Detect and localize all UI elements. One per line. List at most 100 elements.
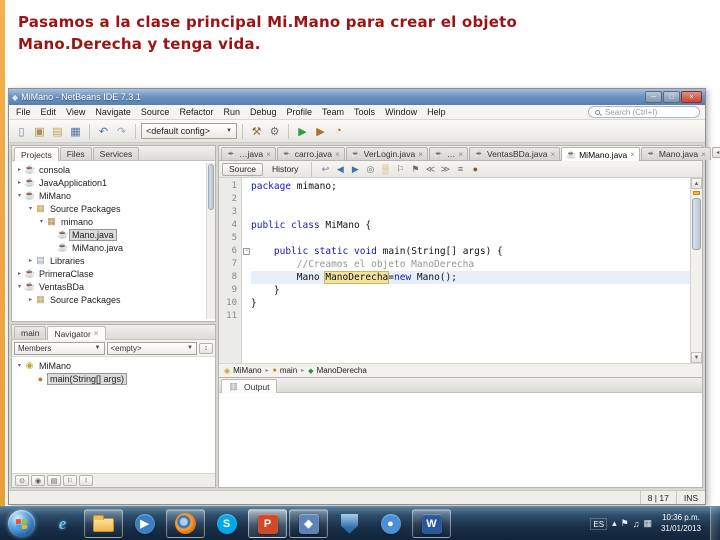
editor-tab-mano-java[interactable]: ☕ Mano.java × xyxy=(640,147,711,160)
menu-tools[interactable]: Tools xyxy=(349,107,380,117)
redo-icon[interactable]: ↷ xyxy=(113,123,130,140)
show-desktop-button[interactable] xyxy=(710,506,720,540)
menu-navigate[interactable]: Navigate xyxy=(90,107,136,117)
tab-services[interactable]: Services xyxy=(92,147,140,160)
code-line-1[interactable]: package mimano; xyxy=(251,180,690,193)
code-line-10[interactable]: } xyxy=(251,297,690,310)
taskbar-button-media-player[interactable]: ▶ xyxy=(125,509,164,538)
tree-item-libraries[interactable]: ▸ ▤ Libraries xyxy=(12,254,215,267)
expander-icon[interactable]: ▾ xyxy=(26,205,35,212)
run-project-icon[interactable]: ▶ xyxy=(294,123,311,140)
tree-item-mimano-java[interactable]: ☕ MiMano.java xyxy=(12,241,215,254)
close-tab-icon[interactable]: × xyxy=(701,150,706,159)
forward-icon[interactable]: ▶ xyxy=(348,162,362,176)
expander-icon[interactable]: ▸ xyxy=(15,179,24,186)
debug-project-icon[interactable]: ▶ xyxy=(312,123,329,140)
comment-icon[interactable]: ≡ xyxy=(453,162,467,176)
show-static-icon[interactable]: ▤ xyxy=(47,475,61,486)
taskbar-button-firefox[interactable] xyxy=(166,509,205,538)
scrollbar-thumb[interactable] xyxy=(208,164,214,210)
action-center-flag-icon[interactable]: ⚑ xyxy=(621,518,629,529)
sort-alpha-icon[interactable]: ↕ xyxy=(79,475,93,486)
editor-tab-verlogin-java[interactable]: ☕ VerLogin.java × xyxy=(345,147,428,160)
expander-icon[interactable]: ▸ xyxy=(15,166,24,173)
profile-project-icon[interactable]: ◔ xyxy=(330,123,347,140)
tree-item-mimano[interactable]: ▾ ▦ mimano xyxy=(12,215,215,228)
find-selection-icon[interactable]: ◎ xyxy=(363,162,377,176)
scroll-down-button[interactable]: ▼ xyxy=(691,352,702,363)
back-icon[interactable]: ◀ xyxy=(333,162,347,176)
taskbar-clock[interactable]: 10:36 p.m. 31/01/2013 xyxy=(657,513,705,534)
taskbar-button-explorer[interactable] xyxy=(84,509,123,538)
maximize-button[interactable]: □ xyxy=(663,91,680,103)
navigator-sort-button[interactable]: ↕ xyxy=(199,342,213,354)
hidden-icons-chevron-icon[interactable]: ▴ xyxy=(612,518,617,529)
code-line-9[interactable]: } xyxy=(251,284,690,297)
search-input[interactable]: Search (Ctrl+I) xyxy=(588,106,700,118)
new-project-icon[interactable]: ▣ xyxy=(31,123,48,140)
menu-help[interactable]: Help xyxy=(422,107,451,117)
menu-debug[interactable]: Debug xyxy=(245,107,282,117)
tab-projects[interactable]: Projects xyxy=(14,147,59,161)
title-bar[interactable]: ◆ MiMano - NetBeans IDE 7.3.1 ─ □ × xyxy=(9,89,705,105)
editor-tab-mimano-java[interactable]: ☕ MiMano.java × xyxy=(561,147,640,161)
network-icon[interactable]: ▦ xyxy=(643,518,652,529)
tree-item-javaapplication1[interactable]: ▸ ☕ JavaApplication1 xyxy=(12,176,215,189)
taskbar-button-messenger[interactable]: ● xyxy=(371,509,410,538)
output-tab[interactable]: ▥ Output xyxy=(221,379,277,393)
expander-icon[interactable]: ▸ xyxy=(26,257,35,264)
code-line-4[interactable]: public class MiMano { xyxy=(251,219,690,232)
tree-item-ventasbda[interactable]: ▾ ☕ VentasBDa xyxy=(12,280,215,293)
macro-icon[interactable]: ● xyxy=(468,162,482,176)
language-indicator[interactable]: ES xyxy=(590,517,608,530)
close-icon[interactable]: × xyxy=(94,329,99,338)
menu-team[interactable]: Team xyxy=(317,107,349,117)
minimize-button[interactable]: ─ xyxy=(645,91,662,103)
previous-error-icon[interactable]: ≪ xyxy=(423,162,437,176)
save-all-icon[interactable]: ▦ xyxy=(67,123,84,140)
menu-run[interactable]: Run xyxy=(218,107,245,117)
taskbar-button-netbeans[interactable]: ◆ xyxy=(289,509,328,538)
close-button[interactable]: × xyxy=(681,91,702,103)
tree-item-mimano[interactable]: ▾ ◉ MiMano xyxy=(12,359,215,372)
build-project-icon[interactable]: ⚒ xyxy=(248,123,265,140)
expander-icon[interactable]: ▸ xyxy=(15,270,24,277)
menu-view[interactable]: View xyxy=(61,107,90,117)
tree-item-main-string-args[interactable]: ● main(String[] args) xyxy=(12,372,215,385)
undo-icon[interactable]: ↶ xyxy=(95,123,112,140)
tree-item-source-packages[interactable]: ▸ ▦ Source Packages xyxy=(12,293,215,306)
tree-item-consola[interactable]: ▸ ☕ consola xyxy=(12,163,215,176)
expander-icon[interactable]: ▾ xyxy=(15,283,24,290)
navigator-filter-select[interactable]: <empty> ▼ xyxy=(106,341,197,355)
code-line-6[interactable]: public static void main(String[] args) { xyxy=(251,245,690,258)
tab-files[interactable]: Files xyxy=(59,147,92,160)
code-line-11[interactable] xyxy=(251,310,690,323)
tree-item-mano-java[interactable]: ☕ Mano.java xyxy=(12,228,215,241)
volume-icon[interactable]: ♫ xyxy=(633,519,640,529)
code-editor[interactable]: 1 2 3 4 5 6 7 8 9 10 11 − package mimano; public c… xyxy=(219,178,702,363)
history-view-button[interactable]: History xyxy=(265,163,305,176)
highlight-icon[interactable]: ▒ xyxy=(378,162,392,176)
next-error-icon[interactable]: ≫ xyxy=(438,162,452,176)
editor-tab-[interactable]: ☕… × xyxy=(428,147,468,160)
close-tab-icon[interactable]: × xyxy=(458,150,463,159)
projects-tree[interactable]: ▸ ☕ consola ▸ ☕ JavaApplication1 ▾ ☕ MiMano ▾ ▦ Sou… xyxy=(12,161,215,321)
start-button[interactable] xyxy=(8,510,35,537)
taskbar-button-shield[interactable] xyxy=(330,509,369,538)
expander-icon[interactable]: ▾ xyxy=(37,218,46,225)
last-edit-icon[interactable]: ↩ xyxy=(318,162,332,176)
menu-refactor[interactable]: Refactor xyxy=(174,107,218,117)
editor-tab-carro-java[interactable]: ☕ carro.java × xyxy=(276,147,345,160)
previous-bookmark-icon[interactable]: ⚐ xyxy=(393,162,407,176)
run-config-select[interactable]: <default config> ▼ xyxy=(141,123,237,139)
tab-scroll-left-button[interactable]: ◂ xyxy=(711,147,720,158)
scrollbar-lane[interactable] xyxy=(691,189,702,352)
tree-item-mimano[interactable]: ▾ ☕ MiMano xyxy=(12,189,215,202)
taskbar-button-powerpoint[interactable]: P xyxy=(248,509,287,538)
scroll-up-button[interactable]: ▲ xyxy=(691,178,702,189)
members-select[interactable]: Members ▼ xyxy=(14,341,105,355)
code-line-7[interactable]: //Creamos el objeto ManoDerecha xyxy=(251,258,690,271)
breadcrumb-mimano[interactable]: ◉ MiMano xyxy=(224,366,262,375)
close-tab-icon[interactable]: × xyxy=(630,150,635,159)
source-view-button[interactable]: Source xyxy=(222,162,263,176)
